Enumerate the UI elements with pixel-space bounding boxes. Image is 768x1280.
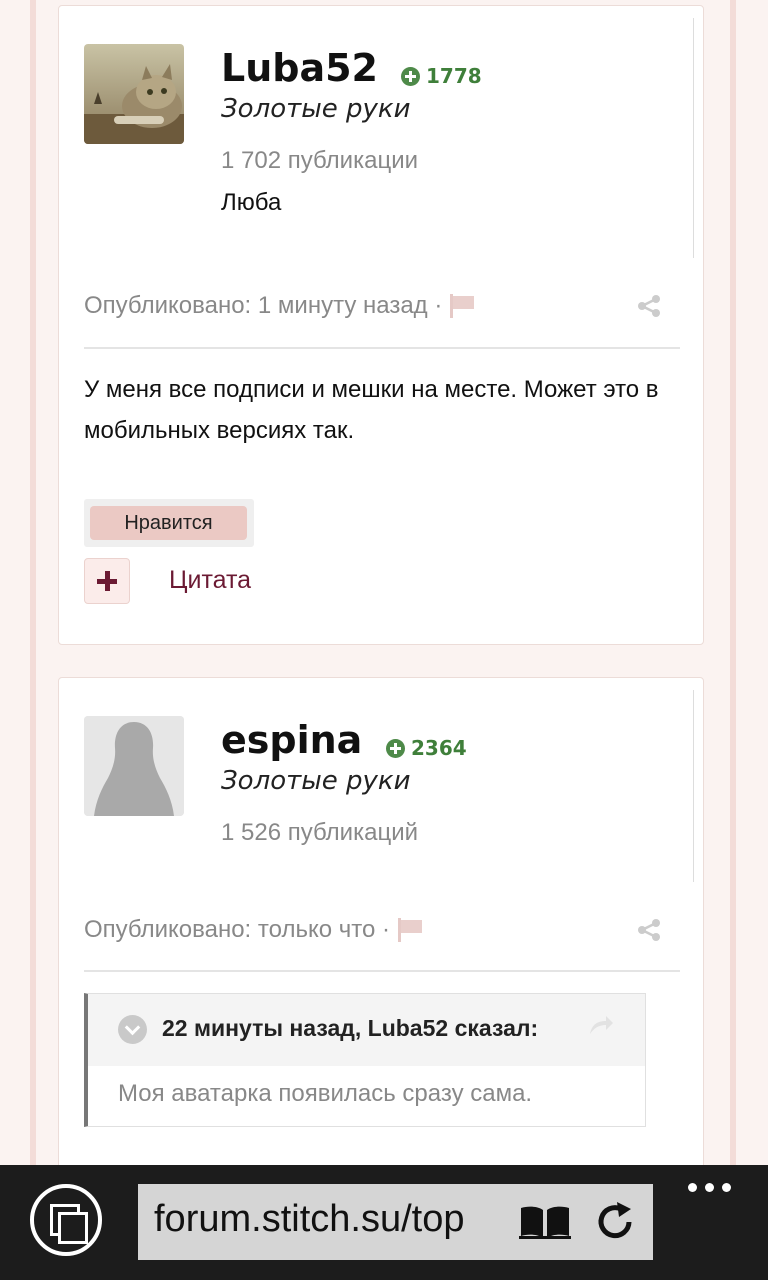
multiquote-plus-button[interactable]: [84, 558, 130, 604]
quote-block: 22 минуты назад, Luba52 сказал: Моя ават…: [84, 993, 646, 1127]
chevron-down-icon[interactable]: [118, 1015, 147, 1044]
user-rank: Золотые руки: [221, 94, 411, 124]
share-icon[interactable]: [637, 918, 661, 942]
post-meta: Опубликовано: только что ·: [84, 916, 424, 944]
like-button[interactable]: Нравится: [90, 506, 247, 540]
forum-post: espina 2364 Золотые руки 1 526 публикаци…: [58, 677, 704, 1237]
browser-address-bar: forum.stitch.su/top: [0, 1165, 768, 1280]
more-menu-icon[interactable]: [688, 1183, 731, 1192]
user-avatar[interactable]: [84, 44, 184, 144]
default-avatar-icon: [84, 716, 184, 816]
post-date[interactable]: Опубликовано: только что ·: [84, 916, 390, 944]
flag-icon[interactable]: [450, 294, 476, 318]
tabs-button[interactable]: [30, 1184, 102, 1256]
quote-button[interactable]: Цитата: [169, 566, 251, 595]
refresh-icon[interactable]: [593, 1200, 637, 1244]
plus-circle-icon: [401, 66, 420, 86]
quote-header: 22 минуты назад, Luba52 сказал:: [88, 994, 645, 1066]
page-rail-left: [30, 0, 36, 1165]
quote-author: 22 минуты назад, Luba52 сказал:: [162, 1015, 539, 1041]
reputation-badge: 2364: [386, 736, 467, 760]
user-rank: Золотые руки: [221, 766, 411, 796]
flag-icon[interactable]: [397, 918, 424, 942]
username[interactable]: Luba52: [221, 46, 378, 90]
url-field[interactable]: forum.stitch.su/top: [138, 1184, 653, 1260]
username[interactable]: espina: [221, 718, 362, 762]
post-date[interactable]: Опубликовано: 1 минуту назад ·: [84, 292, 442, 320]
quote-text: Моя аватарка появилась сразу сама.: [118, 1080, 533, 1107]
forum-post: Luba52 1778 Золотые руки 1 702 публикаци…: [58, 5, 704, 645]
page-rail-right: [730, 0, 736, 1165]
cat-avatar-image: [84, 44, 184, 144]
reading-view-icon[interactable]: [518, 1204, 572, 1240]
post-meta: Опубликовано: 1 минуту назад ·: [84, 292, 476, 320]
divider: [84, 970, 680, 972]
post-count: 1 702 публикации: [221, 147, 419, 174]
reputation-badge: 1778: [401, 64, 482, 88]
reaction-bar: Нравится: [84, 499, 254, 547]
plus-circle-icon: [386, 738, 405, 758]
tabs-icon-front: [58, 1212, 88, 1244]
user-avatar[interactable]: [84, 716, 184, 816]
share-icon[interactable]: [637, 294, 661, 318]
reputation-value: 2364: [411, 736, 467, 760]
post-body: У меня все подписи и мешки на месте. Мож…: [84, 376, 659, 444]
reputation-value: 1778: [426, 64, 482, 88]
url-text: forum.stitch.su/top: [154, 1198, 465, 1240]
real-name: Люба: [221, 189, 282, 216]
reply-arrow-icon[interactable]: [588, 1014, 614, 1036]
divider: [693, 690, 694, 882]
divider: [84, 347, 680, 349]
post-count: 1 526 публикаций: [221, 819, 419, 846]
divider: [693, 18, 694, 258]
